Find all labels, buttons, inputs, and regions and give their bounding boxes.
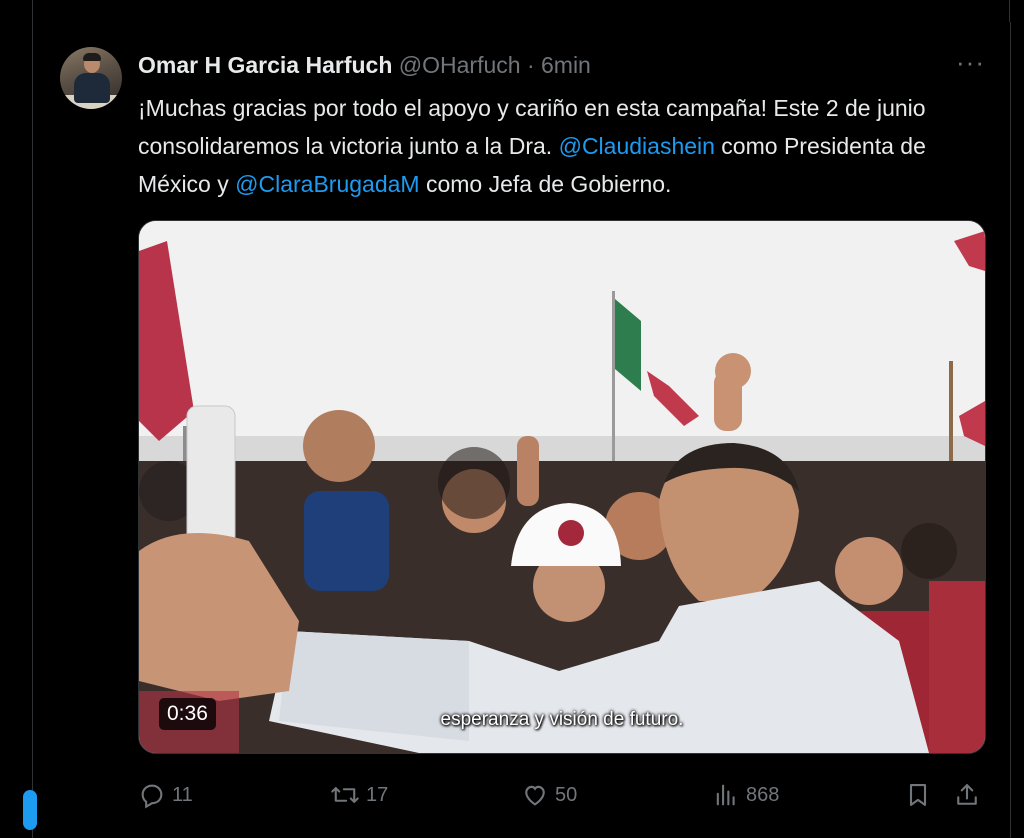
reply-icon	[141, 784, 163, 809]
header-separator: ·	[526, 52, 535, 78]
tweet-card[interactable]: Omar H Garcia Harfuch @OHarfuch · 6min ·…	[23, 22, 1011, 838]
retweet-count: 17	[366, 783, 389, 806]
bookmark-icon	[909, 784, 927, 806]
reply-count: 11	[172, 783, 193, 806]
views-icon	[716, 784, 735, 806]
mention-clarabrugadam[interactable]: @ClaraBrugadaM	[235, 171, 419, 197]
views-button[interactable]: 868	[712, 778, 779, 812]
heart-icon	[525, 785, 545, 806]
more-options-icon[interactable]: ···	[956, 49, 985, 75]
video-subtitle: esperanza y visión de futuro.	[440, 709, 684, 730]
reply-button[interactable]: 11	[138, 778, 193, 812]
retweet-button[interactable]: 17	[330, 778, 388, 812]
retweet-icon	[331, 787, 359, 803]
author-name[interactable]: Omar H Garcia Harfuch	[138, 52, 392, 78]
tweet-header: Omar H Garcia Harfuch @OHarfuch · 6min	[138, 51, 591, 79]
bookmark-button[interactable]	[904, 778, 932, 812]
tweet-timestamp[interactable]: 6min	[541, 52, 591, 78]
like-count: 50	[555, 783, 578, 806]
views-count: 868	[746, 783, 780, 806]
tweet-text: ¡Muchas gracias por todo el apoyo y cari…	[138, 89, 978, 203]
mention-claudiashein[interactable]: @Claudiashein	[559, 133, 715, 159]
share-icon	[957, 784, 977, 805]
video-frame	[139, 221, 985, 753]
like-button[interactable]: 50	[521, 778, 577, 812]
tweet-text-part: como Jefa de Gobierno.	[419, 171, 672, 197]
author-handle[interactable]: @OHarfuch	[399, 52, 521, 78]
video-player[interactable]: 0:36 esperanza y visión de futuro.	[138, 220, 986, 754]
compose-button-edge[interactable]	[23, 790, 37, 830]
share-button[interactable]	[953, 778, 981, 812]
avatar[interactable]	[60, 47, 122, 109]
tweet-actions: 11 17 50 868	[138, 778, 984, 812]
previous-tweet-edge	[32, 0, 1010, 23]
